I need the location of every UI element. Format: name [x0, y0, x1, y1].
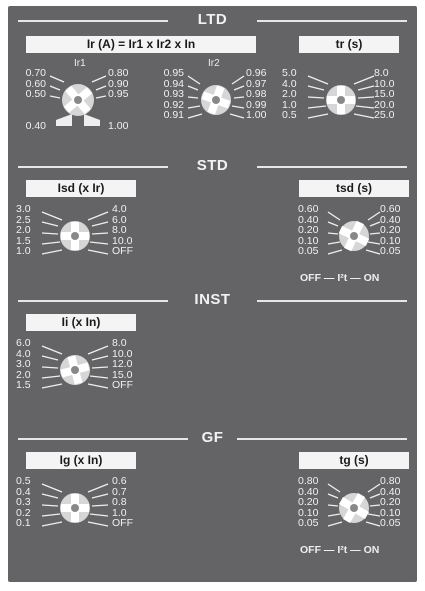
- scale-value: 0.20: [298, 224, 319, 236]
- scale-value: OFF: [112, 517, 133, 529]
- ir2-scale-left: 0.95 0.94 0.93 0.92 0.91: [154, 68, 184, 121]
- scale-value: OFF: [112, 245, 133, 257]
- scale-value: 0.20: [298, 496, 319, 508]
- scale-value: 0.95: [108, 88, 129, 100]
- tg-i2t-footer: OFF — I²t — ON: [300, 544, 380, 556]
- section-gf-title: GF: [201, 429, 224, 446]
- section-ltd-header: LTD: [8, 12, 417, 28]
- scale-value: 0.20: [380, 224, 401, 236]
- scale-value: 0.05: [380, 517, 401, 529]
- section-std-title: STD: [196, 157, 229, 174]
- ir1-rotary-switch[interactable]: [49, 72, 107, 128]
- ir1-scale-right: 0.80 0.90 0.95 1.00: [108, 68, 138, 132]
- tr-scale-left: 5.0 4.0 2.0 1.0 0.5: [282, 68, 306, 121]
- tr-scale-right: 8.0 10.0 15.0 20.0 25.0: [374, 68, 408, 121]
- scale-value: 4.0: [112, 203, 127, 215]
- scale-value: 0.80: [380, 475, 401, 487]
- scale-value: 12.0: [112, 358, 133, 370]
- tg-scale-right: 0.80 0.40 0.20 0.10 0.05: [380, 476, 414, 529]
- scale-value: 3.0: [16, 358, 31, 370]
- scale-value: 2.0: [16, 224, 31, 236]
- scale-value: 1.0: [16, 245, 31, 257]
- ir2-scale-right: 0.96 0.97 0.98 0.99 1.00: [246, 68, 276, 121]
- scale-value: 1.00: [246, 109, 267, 121]
- tg-rotary-switch[interactable]: [327, 480, 381, 536]
- scale-value: 1.5: [16, 379, 31, 391]
- scale-value: 0.95: [163, 67, 184, 79]
- scale-value: 0.60: [298, 203, 319, 215]
- scale-value: 1.00: [108, 120, 129, 132]
- ii-scale-left: 6.0 4.0 3.0 2.0 1.5: [16, 338, 40, 391]
- scale-value: 0.80: [108, 67, 129, 79]
- scale-value: 0.5: [282, 109, 297, 121]
- isd-scale-right: 4.0 6.0 8.0 10.0 OFF: [112, 204, 146, 257]
- scale-value: 25.0: [374, 109, 395, 121]
- ig-rotary-switch[interactable]: [41, 480, 109, 536]
- scale-value: 2.0: [282, 88, 297, 100]
- ir1-caption: Ir1: [74, 58, 86, 69]
- isd-scale-left: 3.0 2.5 2.0 1.5 1.0: [16, 204, 40, 257]
- scale-value: 0.98: [246, 88, 267, 100]
- scale-value: 0.40: [25, 120, 46, 132]
- scale-value: 0.60: [380, 203, 401, 215]
- scale-value: 5.0: [282, 67, 297, 79]
- scale-value: 0.3: [16, 496, 31, 508]
- ir-label: Ir (A) = Ir1 x Ir2 x In: [26, 36, 256, 53]
- ir1-scale-left: 0.70 0.60 0.50 0.40: [16, 68, 46, 132]
- section-inst-title: INST: [194, 291, 231, 308]
- scale-value: 8.0: [112, 224, 127, 236]
- scale-value: 0.6: [112, 475, 127, 487]
- tsd-scale-left: 0.60 0.40 0.20 0.10 0.05: [298, 204, 328, 257]
- tg-scale-left: 0.80 0.40 0.20 0.10 0.05: [298, 476, 328, 529]
- trip-unit-panel: LTD Ir (A) = Ir1 x Ir2 x In tr (s) Ir1 I…: [8, 6, 417, 582]
- tsd-scale-right: 0.60 0.40 0.20 0.10 0.05: [380, 204, 414, 257]
- ig-scale-right: 0.6 0.7 0.8 1.0 OFF: [112, 476, 146, 529]
- scale-value: 0.8: [112, 496, 127, 508]
- isd-label: Isd (x Ir): [26, 180, 136, 197]
- tsd-label: tsd (s): [299, 180, 409, 197]
- ii-scale-right: 8.0 10.0 12.0 15.0 OFF: [112, 338, 146, 391]
- scale-value: 0.70: [25, 67, 46, 79]
- scale-value: OFF: [112, 379, 133, 391]
- scale-value: 8.0: [374, 67, 389, 79]
- isd-rotary-switch[interactable]: [41, 208, 109, 264]
- scale-value: 0.5: [16, 475, 31, 487]
- ii-rotary-switch[interactable]: [41, 342, 109, 398]
- ir2-rotary-switch[interactable]: [187, 72, 245, 128]
- scale-value: 0.50: [25, 88, 46, 100]
- scale-value: 0.80: [298, 475, 319, 487]
- tsd-i2t-footer: OFF — I²t — ON: [300, 272, 380, 284]
- scale-value: 0.05: [298, 517, 319, 529]
- section-inst-header: INST: [8, 292, 417, 308]
- tsd-rotary-switch[interactable]: [327, 208, 381, 264]
- scale-value: 6.0: [16, 337, 31, 349]
- scale-value: 0.05: [380, 245, 401, 257]
- section-std-header: STD: [8, 158, 417, 174]
- scale-value: 0.93: [163, 88, 184, 100]
- scale-value: 3.0: [16, 203, 31, 215]
- scale-value: 0.05: [298, 245, 319, 257]
- scale-value: 15.0: [374, 88, 395, 100]
- ig-scale-left: 0.5 0.4 0.3 0.2 0.1: [16, 476, 40, 529]
- scale-value: 0.91: [163, 109, 184, 121]
- tr-rotary-switch[interactable]: [307, 72, 375, 128]
- section-ltd-title: LTD: [197, 11, 228, 28]
- section-gf-header: GF: [8, 430, 417, 446]
- ir2-caption: Ir2: [208, 58, 220, 69]
- scale-value: 0.20: [380, 496, 401, 508]
- ig-label: Ig (x In): [26, 452, 136, 469]
- tg-label: tg (s): [299, 452, 409, 469]
- tr-label: tr (s): [299, 36, 399, 53]
- scale-value: 0.96: [246, 67, 267, 79]
- scale-value: 8.0: [112, 337, 127, 349]
- scale-value: 0.1: [16, 517, 31, 529]
- ii-label: Ii (x In): [26, 314, 136, 331]
